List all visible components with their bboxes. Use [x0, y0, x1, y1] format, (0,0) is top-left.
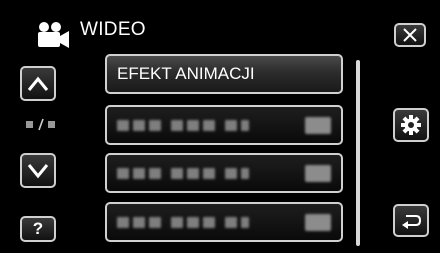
menu-item-animation-effect[interactable]: EFEKT ANIMACJI [105, 54, 343, 94]
help-label: ? [32, 219, 44, 238]
blurred-label [117, 116, 341, 134]
close-icon [403, 28, 417, 42]
scrollbar[interactable] [356, 60, 360, 246]
gear-icon [401, 115, 421, 135]
back-button[interactable] [393, 204, 429, 237]
scroll-up-button[interactable] [20, 66, 56, 101]
menu-item-blurred-3[interactable] [105, 153, 343, 193]
menu-item-label: EFEKT ANIMACJI [117, 64, 255, 83]
menu-item-blurred-4[interactable] [105, 202, 343, 242]
return-arrow-icon [402, 214, 422, 229]
blurred-label [117, 213, 341, 231]
page-title: WIDEO [80, 19, 146, 40]
page-indicator [24, 116, 58, 134]
video-camera-icon [33, 19, 71, 51]
close-button[interactable] [394, 23, 426, 47]
scroll-down-button[interactable] [20, 153, 56, 188]
chevron-down-icon [27, 163, 49, 178]
chevron-up-icon [27, 76, 49, 91]
blurred-label [117, 164, 341, 182]
help-button[interactable]: ? [20, 216, 56, 242]
settings-button[interactable] [393, 108, 429, 142]
menu-item-blurred-2[interactable] [105, 105, 343, 145]
